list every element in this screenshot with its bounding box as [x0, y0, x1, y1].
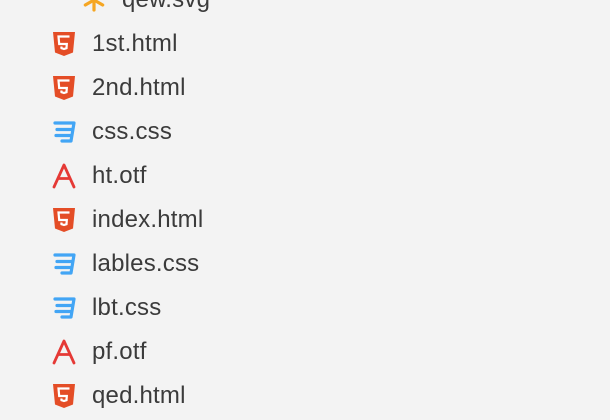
file-item-lables-css[interactable]: lables.css: [0, 242, 610, 286]
css3-icon: [50, 250, 78, 278]
file-item-css-css[interactable]: css.css: [0, 110, 610, 154]
file-name: qew.svg: [122, 0, 210, 14]
file-name: lbt.css: [92, 294, 162, 321]
font-icon: [50, 338, 78, 366]
html5-icon: [50, 206, 78, 234]
file-name: ht.otf: [92, 162, 147, 189]
font-icon: [50, 162, 78, 190]
html5-icon: [50, 382, 78, 410]
css3-icon: [50, 294, 78, 322]
file-item-qew-svg[interactable]: qew.svg: [0, 0, 610, 22]
file-name: 1st.html: [92, 30, 178, 57]
svg-icon: [80, 0, 108, 14]
file-list: qew.svg 1st.html 2nd.html: [0, 0, 610, 418]
file-name: css.css: [92, 118, 173, 145]
file-name: index.html: [92, 206, 204, 233]
html5-icon: [50, 30, 78, 58]
file-item-pf-otf[interactable]: pf.otf: [0, 330, 610, 374]
file-name: 2nd.html: [92, 74, 186, 101]
html5-icon: [50, 74, 78, 102]
css3-icon: [50, 118, 78, 146]
file-name: lables.css: [92, 250, 200, 277]
file-item-qed-html[interactable]: qed.html: [0, 374, 610, 418]
file-item-1st-html[interactable]: 1st.html: [0, 22, 610, 66]
file-item-index-html[interactable]: index.html: [0, 198, 610, 242]
file-explorer: qew.svg 1st.html 2nd.html: [0, 0, 610, 420]
file-name: pf.otf: [92, 338, 147, 365]
file-item-ht-otf[interactable]: ht.otf: [0, 154, 610, 198]
file-name: qed.html: [92, 382, 186, 409]
file-item-lbt-css[interactable]: lbt.css: [0, 286, 610, 330]
file-item-2nd-html[interactable]: 2nd.html: [0, 66, 610, 110]
